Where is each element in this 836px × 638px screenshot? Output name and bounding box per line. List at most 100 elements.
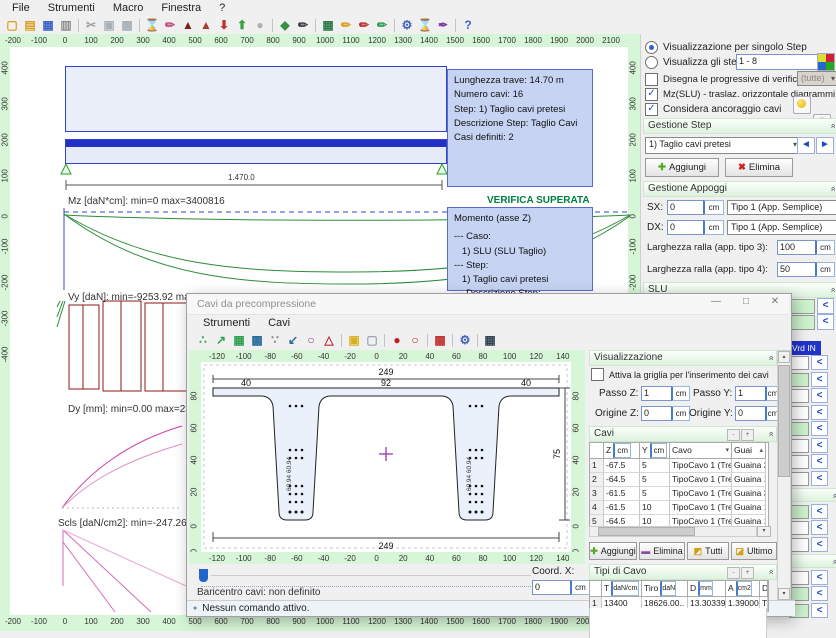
cavi-cell[interactable]: -67.5 <box>604 459 640 473</box>
checkbox-mz-slu[interactable]: ✓ <box>645 88 658 101</box>
grid-red-icon[interactable]: ▩ <box>431 332 449 348</box>
strip-expand-button[interactable]: < <box>811 355 828 370</box>
cavi-col-y[interactable]: Ycm <box>640 443 670 459</box>
cavi-cell[interactable]: -64.5 <box>604 473 640 487</box>
strip-section-header[interactable]: » <box>789 488 836 502</box>
scroll-down-icon[interactable]: ▾ <box>778 588 790 600</box>
menu-item-help[interactable]: ? <box>211 1 233 15</box>
tipi-header-cell[interactable]: TirodaN <box>642 581 688 597</box>
grow-button[interactable]: + <box>741 429 754 441</box>
step-select[interactable]: 1) Taglio cavi pretesi <box>645 137 800 154</box>
strip-expand-button[interactable]: < <box>811 586 828 601</box>
grid-blue-icon[interactable]: ▩ <box>248 332 266 348</box>
import-up-icon[interactable]: ⬆ <box>233 17 251 33</box>
cavi-hscroll-thumb[interactable] <box>598 527 695 536</box>
sx-input[interactable]: 0 <box>667 200 707 215</box>
x-slider-handle[interactable] <box>199 569 208 582</box>
stop-icon[interactable]: ○ <box>406 332 424 348</box>
cavi-cell[interactable]: TipoCavo 1 (Tref.. <box>670 473 732 487</box>
menu-item-strumenti[interactable]: Strumenti <box>40 1 103 15</box>
collapse-icon[interactable]: » <box>765 569 775 574</box>
elimina-step-button[interactable]: ✖ Elimina <box>725 158 793 177</box>
strip-expand-button[interactable]: < <box>811 421 828 436</box>
new-file-icon[interactable]: ▢ <box>3 17 21 33</box>
cavi-cell[interactable]: 1 <box>590 459 604 473</box>
checkbox-progressive[interactable] <box>645 73 658 86</box>
cavi-col-cavo[interactable]: Cavo▾ <box>670 443 732 459</box>
lamp-off-icon[interactable]: ▢ <box>363 332 381 348</box>
tipi-header-cell[interactable] <box>590 581 602 597</box>
checkbox-ancoraggio[interactable]: ✓ <box>645 103 658 116</box>
coord-x-input[interactable]: 0 <box>532 580 574 595</box>
warning-icon[interactable]: △ <box>320 332 338 348</box>
cavi-table[interactable]: Zcm Ycm Cavo▾ Guai▴ 1-67.55TipoCavo 1 (T… <box>589 442 769 530</box>
plant-dark-icon[interactable]: ▲ <box>179 17 197 33</box>
collapse-icon[interactable]: » <box>827 123 836 128</box>
passo-z-input[interactable]: 1 <box>641 386 675 401</box>
cavi-header[interactable]: Cavi - + » <box>589 426 777 442</box>
copy-icon[interactable]: ▣ <box>100 17 118 33</box>
lamp-on-icon[interactable]: ▣ <box>345 332 363 348</box>
cavi-cell[interactable]: 5 <box>640 473 670 487</box>
tipi-header-cell[interactable]: Acm2 <box>726 581 760 597</box>
radio-single-step[interactable] <box>645 41 658 54</box>
visualizzazione-header[interactable]: Visualizzazione » <box>589 350 777 366</box>
cavi-tutti-button[interactable]: ◩Tutti <box>687 542 729 560</box>
step-next-button[interactable]: ► <box>816 137 834 154</box>
cavi-aggiungi-button[interactable]: ✚Aggiungi <box>589 542 637 560</box>
minimize-button[interactable]: — <box>703 296 729 307</box>
users-icon[interactable]: ◆ <box>276 17 294 33</box>
vrd-badge[interactable]: Vrd IN <box>787 341 821 355</box>
scroll-up-icon[interactable]: ▴ <box>778 351 790 363</box>
steps-color-icon[interactable] <box>817 53 835 71</box>
polyline-icon[interactable]: ↙ <box>284 332 302 348</box>
cavi-cell[interactable]: Guaina 1 <box>732 501 766 515</box>
paste-icon[interactable]: ▩ <box>118 17 136 33</box>
nodes-icon[interactable]: ○ <box>302 332 320 348</box>
passo-y-input[interactable]: 1 <box>735 386 769 401</box>
tipi-header-cell[interactable]: Dmm <box>688 581 726 597</box>
cavi-cell[interactable]: 3 <box>590 487 604 501</box>
gestione-step-header[interactable]: Gestione Step » <box>643 118 836 134</box>
gestione-appoggi-header[interactable]: Gestione Appoggi » <box>643 181 836 197</box>
plant-light-icon[interactable]: ▲ <box>197 17 215 33</box>
momento-expand-button[interactable]: < <box>817 298 834 314</box>
strip-expand-button[interactable]: < <box>811 438 828 453</box>
pen-green-icon[interactable]: ✏ <box>373 17 391 33</box>
cavi-cell[interactable]: 2 <box>590 473 604 487</box>
menu-item-finestra[interactable]: Finestra <box>153 1 209 15</box>
strip-expand-button[interactable]: < <box>811 471 828 486</box>
ralla3-input[interactable]: 100 <box>777 240 819 255</box>
cavi-ultimo-button[interactable]: ◪Ultimo <box>731 542 777 560</box>
record-icon[interactable]: ● <box>388 332 406 348</box>
strip-expand-button[interactable]: < <box>811 454 828 469</box>
scatter-icon[interactable]: ∵ <box>266 332 284 348</box>
pen-grid-icon[interactable]: ▦ <box>319 17 337 33</box>
wrench-icon[interactable]: ✒ <box>434 17 452 33</box>
brush-tool-icon[interactable]: ✏ <box>161 17 179 33</box>
strip-section-header[interactable]: » <box>789 554 836 568</box>
hourglass-green-icon[interactable]: ⌛ <box>416 17 434 33</box>
tipi-cavo-header[interactable]: Tipi di Cavo - + » <box>589 564 777 580</box>
strip-expand-button[interactable]: < <box>811 504 828 519</box>
dx-input[interactable]: 0 <box>667 220 707 235</box>
ralla4-input[interactable]: 50 <box>777 262 819 277</box>
print-icon[interactable]: ▥ <box>57 17 75 33</box>
menu-item-strumenti[interactable]: Strumenti <box>195 316 258 330</box>
section-tool-icon[interactable]: ⌛ <box>143 17 161 33</box>
gear-icon[interactable]: ⚙ <box>456 332 474 348</box>
cavi-cell[interactable]: -61.5 <box>604 487 640 501</box>
cut-icon[interactable]: ✂ <box>82 17 100 33</box>
cavi-elimina-button[interactable]: ▬Elimina <box>639 542 685 560</box>
cavi-col-z[interactable]: Zcm <box>604 443 640 459</box>
cables-icon[interactable]: ∴ <box>194 332 212 348</box>
lamp-on-icon[interactable] <box>793 96 811 114</box>
maximize-button[interactable]: □ <box>733 296 759 307</box>
dialog-titlebar[interactable]: Cavi da precompressione — □ ✕ <box>187 294 789 315</box>
sphere-icon[interactable]: ● <box>251 17 269 33</box>
menu-item-file[interactable]: File <box>4 1 38 15</box>
strip-expand-button[interactable]: < <box>811 603 828 618</box>
cavi-scroll-down-icon[interactable]: ▾ <box>757 526 771 537</box>
collapse-icon[interactable]: » <box>829 559 836 564</box>
strip-expand-button[interactable]: < <box>811 570 828 585</box>
